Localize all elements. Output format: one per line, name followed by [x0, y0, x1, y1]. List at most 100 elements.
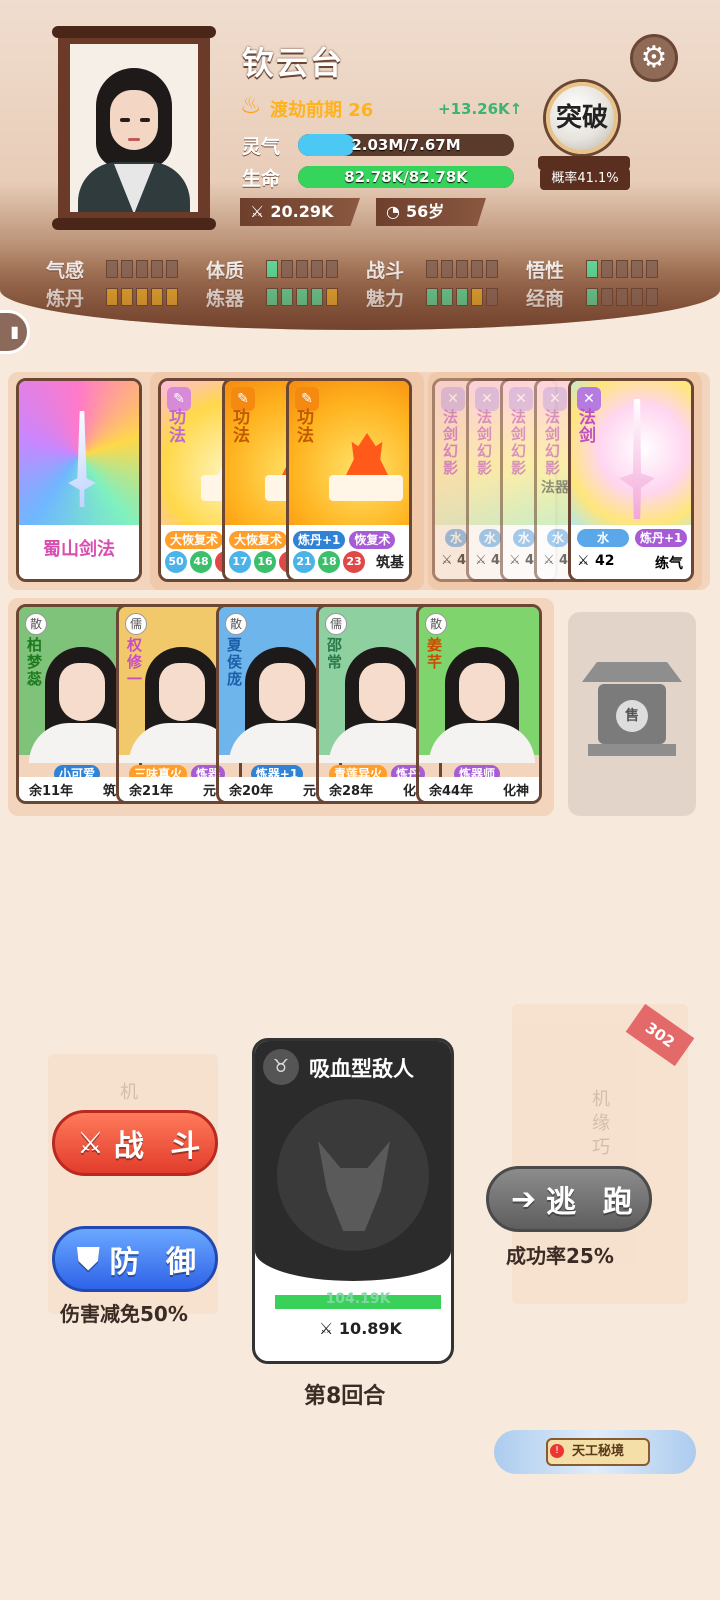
card-type: 法剑幻影 [511, 408, 527, 477]
card-stat: 17 [229, 551, 251, 573]
pavilion-roof-icon [582, 662, 682, 682]
pavilion-base [588, 744, 676, 756]
attribute-pip [471, 260, 483, 278]
attribute-pip [106, 288, 118, 306]
technique-card[interactable]: ✎ 功法 炼丹+1 恢复术 21 18 23 筑基 [286, 378, 412, 582]
attack-tag: ⚔ 20.29K [240, 198, 360, 226]
attribute-level [266, 260, 338, 278]
crossed-swords-icon: ⚔ [577, 553, 590, 569]
card-type: 法剑幻影 [443, 408, 459, 477]
card-power: 42 [595, 553, 615, 569]
character-name: 邵常 [327, 636, 343, 671]
flame-icon: ♨ [240, 91, 262, 119]
attribute-pip [266, 288, 278, 306]
card-tag: 水 [513, 529, 536, 547]
deck-right-label: 机缘巧 [592, 1089, 610, 1158]
defend-button[interactable]: ⛊ 防 御 [52, 1226, 218, 1292]
card-tag: 水 [577, 529, 629, 547]
attribute-pip [106, 260, 118, 278]
gear-icon[interactable]: ⚙ [630, 34, 678, 82]
ox-skull-icon: ♉ [263, 1049, 299, 1085]
shield-icon: ⛊ [77, 1241, 100, 1277]
shop-slot[interactable]: 售 [568, 612, 696, 816]
attribute-pip [121, 288, 133, 306]
school-badge: 散 [25, 613, 47, 635]
breakthrough-rate: 概率41.1% [540, 168, 630, 190]
attribute-level [586, 260, 658, 278]
attribute-pip [281, 288, 293, 306]
spirit-gain-rate: +13.26K↑ [438, 100, 523, 118]
book-flame-icon [329, 433, 403, 503]
enemy-card[interactable]: ♉ 吸血型敌人 104.19K ⚔ 10.89K [252, 1038, 454, 1364]
attribute-pip [441, 288, 453, 306]
attribute-pip [311, 260, 323, 278]
crossed-swords-icon: ⚔ [543, 553, 555, 568]
spirit-bar: 2.03M/7.67M [298, 134, 514, 156]
crossed-swords-icon: ⚔ [319, 1319, 339, 1338]
character-name: 权修一 [127, 636, 143, 688]
attribute-pip [646, 260, 658, 278]
card-stat: 50 [165, 551, 187, 573]
fight-button[interactable]: ⚔ 战 斗 [52, 1110, 218, 1176]
player-realm: 渡劫前期 26 [270, 100, 374, 121]
attribute-label: 悟性 [526, 260, 565, 282]
alert-icon: ! [550, 1444, 564, 1458]
attribute-level [426, 260, 498, 278]
age-tag: ◔ 56岁 [376, 198, 486, 226]
card-tag: 恢复术 [349, 531, 396, 549]
attribute-pip [456, 260, 468, 278]
attribute-pip [586, 260, 598, 278]
player-portrait [70, 44, 198, 212]
attribute-label: 体质 [206, 260, 245, 282]
card-tag: 大恢复术 [165, 531, 224, 549]
enemy-attack-value: 10.89K [338, 1319, 402, 1338]
card-stat: 23 [343, 551, 365, 573]
mystery-realm-button[interactable]: 天工秘境 ! [494, 1426, 696, 1478]
weapon-card[interactable]: ✕ 法剑水炼丹+1 ⚔ 42 练气 [568, 378, 694, 582]
arrow-right-icon: ➔ [511, 1181, 537, 1217]
character-card[interactable]: 散姜芊 炼器师 余44年 化神 [416, 604, 542, 804]
attribute-pip [471, 288, 483, 306]
card-power: 4 [457, 553, 467, 568]
character-face [459, 663, 505, 721]
card-type: 法剑幻影 [477, 408, 493, 477]
school-badge: 儒 [125, 613, 147, 635]
card-stat: 21 [293, 551, 315, 573]
attribute-pip [136, 288, 148, 306]
attribute-pip [616, 260, 628, 278]
card-type: 功法 [169, 408, 186, 446]
attribute-pip [456, 288, 468, 306]
card-stat: 18 [318, 551, 340, 573]
card-realm: 筑基 [376, 555, 404, 571]
life-value: 82.78K/82.78K [344, 168, 468, 186]
enemy-name: 吸血型敌人 [309, 1057, 414, 1081]
breakthrough-button[interactable]: 突破 [546, 82, 618, 154]
card-type: 功法 [297, 408, 314, 446]
attribute-pip [151, 288, 163, 306]
life-label: 生命 [242, 168, 281, 190]
character-face [259, 663, 305, 721]
portrait-scroll[interactable] [52, 26, 216, 230]
player-header: 钦云台 ♨ 渡劫前期 26 +13.26K↑ 灵气 2.03M/7.67M 生命… [0, 0, 720, 330]
card-tag: 水 [547, 529, 570, 547]
scroll-rod-bottom [52, 218, 216, 230]
character-name: 夏侯庞 [227, 636, 243, 688]
attribute-label: 战斗 [366, 260, 405, 282]
attribute-pip [136, 260, 148, 278]
flee-button[interactable]: ➔ 逃 跑 [486, 1166, 652, 1232]
school-badge: 儒 [325, 613, 347, 635]
defend-label: 防 御 [109, 1245, 204, 1280]
card-footer: 炼丹+1 恢复术 21 18 23 筑基 [289, 525, 409, 579]
hourglass-icon: ◔ [386, 202, 400, 221]
attribute-pip [266, 260, 278, 278]
character-name: 姜芊 [427, 636, 443, 671]
skill-card[interactable]: 蜀山剑法 [16, 378, 142, 582]
defend-note: 伤害减免50% [60, 1302, 188, 1326]
flee-label: 逃 跑 [546, 1185, 641, 1220]
player-name: 钦云台 [242, 44, 345, 82]
lifespan-remaining: 余28年 [329, 784, 374, 799]
attribute-label: 炼器 [206, 288, 245, 310]
school-badge: 散 [225, 613, 247, 635]
lifespan-remaining: 余11年 [29, 784, 74, 799]
attribute-pip [601, 260, 613, 278]
